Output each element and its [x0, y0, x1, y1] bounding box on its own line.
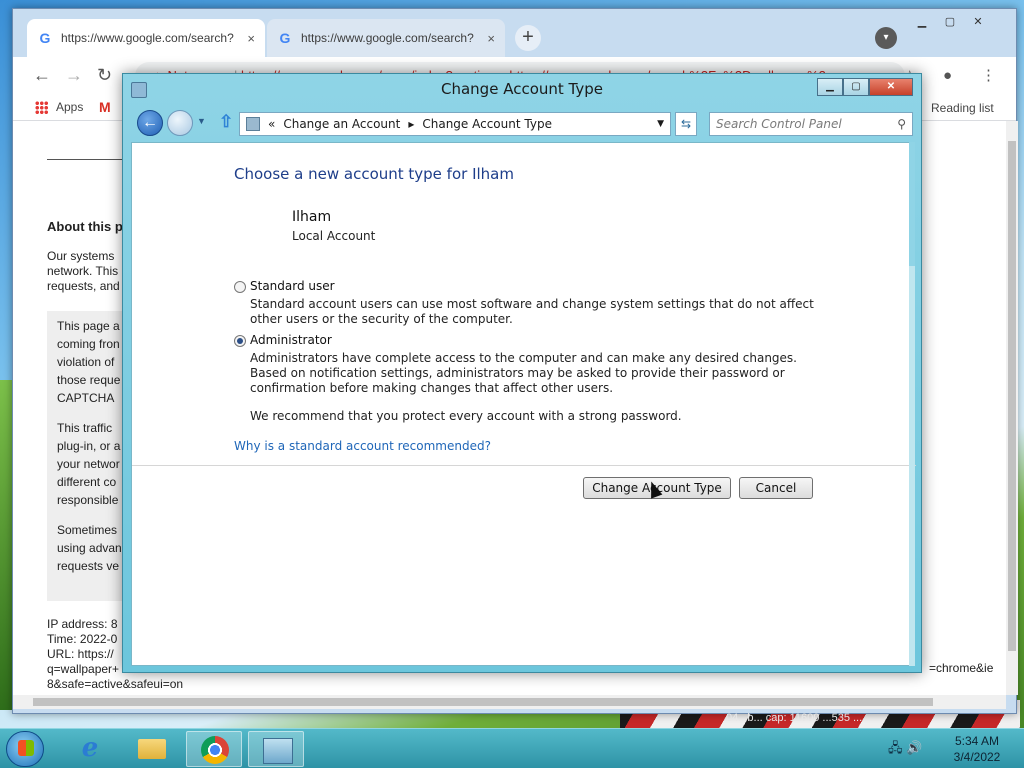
scroll-thumb[interactable] — [1008, 141, 1016, 651]
profile-menu-icon[interactable]: ▾ — [875, 27, 897, 49]
gmail-icon[interactable]: M — [99, 99, 111, 115]
search-icon[interactable]: ⚲ — [897, 113, 906, 135]
account-icon[interactable]: ● — [943, 67, 952, 84]
network-icon[interactable]: 🖧 — [888, 740, 903, 755]
scroll-thumb[interactable] — [909, 266, 915, 666]
standard-user-label[interactable]: Standard user — [250, 279, 335, 293]
change-account-type-window: Change Account Type ▁ ▢ ✕ ← ▼ ⇧ « Change… — [122, 73, 922, 673]
password-recommendation: We recommend that you protect every acco… — [250, 409, 682, 423]
divider — [132, 465, 916, 466]
standard-user-description: Standard account users can use most soft… — [250, 297, 814, 326]
search-placeholder: Search Control Panel — [716, 117, 842, 131]
browser-window-controls: ▁ ▢ ✕ — [909, 13, 991, 31]
chevron-down-icon[interactable]: ▼ — [657, 113, 664, 135]
refresh-button[interactable]: ⇆ — [675, 112, 697, 136]
why-standard-account-link[interactable]: Why is a standard account recommended? — [234, 439, 491, 453]
maximize-button[interactable]: ▢ — [843, 78, 869, 96]
tab-close-icon[interactable]: × — [247, 31, 255, 46]
scroll-thumb[interactable] — [33, 698, 933, 706]
new-tab-button[interactable]: + — [515, 25, 541, 51]
apps-grid-icon — [35, 100, 48, 114]
control-panel-taskbar-icon[interactable] — [248, 731, 304, 767]
cancel-button[interactable]: Cancel — [739, 477, 813, 499]
forward-arrow-icon[interactable] — [167, 110, 193, 136]
close-button[interactable]: ✕ — [965, 13, 991, 31]
desktop-caption: 04...b... cap: 11600 ...535 ... — [726, 712, 863, 724]
minimize-button[interactable]: ▁ — [909, 13, 935, 31]
back-arrow-icon[interactable]: ← — [33, 65, 51, 86]
window-title: Change Account Type — [441, 80, 603, 98]
system-tray: 🖧 🔊 — [888, 739, 922, 761]
user-name: Ilham — [292, 209, 332, 225]
start-button[interactable] — [6, 731, 44, 767]
tab-strip: G https://www.google.com/search? × G htt… — [13, 9, 1016, 57]
administrator-description: Administrators have complete access to t… — [250, 351, 797, 395]
chrome-taskbar-icon[interactable] — [186, 731, 242, 767]
up-arrow-icon[interactable]: ⇧ — [219, 112, 233, 132]
breadcrumb-overflow[interactable]: « — [268, 113, 275, 135]
breadcrumb-change-an-account[interactable]: Change an Account — [283, 113, 400, 135]
horizontal-scrollbar[interactable] — [13, 695, 1006, 709]
clock[interactable]: 5:34 AM 3/4/2022 — [942, 733, 1012, 765]
tab-title: https://www.google.com/search? — [61, 31, 234, 45]
menu-kebab-icon[interactable]: ⋮ — [981, 66, 996, 84]
reload-icon[interactable]: ↻ — [97, 65, 112, 86]
url-tail-text: =chrome&ie — [929, 661, 994, 675]
breadcrumb-arrow-icon[interactable]: ▸ — [408, 113, 414, 135]
apps-bookmark[interactable]: Apps — [35, 100, 83, 114]
back-arrow-icon[interactable]: ← — [137, 110, 163, 136]
breadcrumb-change-account-type[interactable]: Change Account Type — [422, 113, 552, 135]
tab-title: https://www.google.com/search? — [301, 31, 474, 45]
dialog-scrollbar[interactable] — [909, 142, 915, 666]
tab-google-search-1[interactable]: G https://www.google.com/search? × — [27, 19, 265, 57]
control-panel-icon — [246, 117, 260, 131]
apps-label: Apps — [56, 100, 84, 114]
tab-google-search-2[interactable]: G https://www.google.com/search? × — [267, 19, 505, 57]
forward-arrow-icon[interactable]: → — [65, 65, 83, 86]
address-breadcrumb[interactable]: « Change an Account ▸ Change Account Typ… — [239, 112, 671, 136]
user-account-type: Local Account — [292, 229, 376, 243]
page-title: Choose a new account type for Ilham — [234, 165, 514, 183]
administrator-radio[interactable] — [234, 335, 246, 347]
about-heading: About this p — [47, 219, 123, 234]
file-explorer-icon[interactable] — [124, 731, 180, 767]
windows-logo-icon — [18, 740, 34, 756]
google-icon: G — [279, 30, 291, 46]
minimize-button[interactable]: ▁ — [817, 78, 843, 96]
divider — [47, 159, 127, 160]
recent-pages-dropdown-icon[interactable]: ▼ — [197, 116, 206, 126]
maximize-button[interactable]: ▢ — [937, 13, 963, 31]
administrator-label[interactable]: Administrator — [250, 333, 332, 347]
window-controls: ▁ ▢ ✕ — [817, 78, 913, 96]
internet-explorer-icon[interactable]: e — [62, 731, 118, 767]
google-icon: G — [39, 30, 51, 46]
reading-list-button[interactable]: Reading list — [931, 101, 994, 115]
dialog-content: Choose a new account type for Ilham Ilha… — [131, 142, 916, 666]
taskbar: e 🖧 🔊 5:34 AM 3/4/2022 — [0, 728, 1024, 768]
clock-date: 3/4/2022 — [953, 750, 1001, 764]
volume-icon[interactable]: 🔊 — [906, 740, 922, 755]
search-control-panel-input[interactable]: Search Control Panel ⚲ — [709, 112, 913, 136]
vertical-scrollbar[interactable] — [1006, 121, 1018, 695]
close-button[interactable]: ✕ — [869, 78, 913, 96]
clock-time: 5:34 AM — [954, 734, 1000, 748]
tab-close-icon[interactable]: × — [487, 31, 495, 46]
standard-user-radio[interactable] — [234, 281, 246, 293]
